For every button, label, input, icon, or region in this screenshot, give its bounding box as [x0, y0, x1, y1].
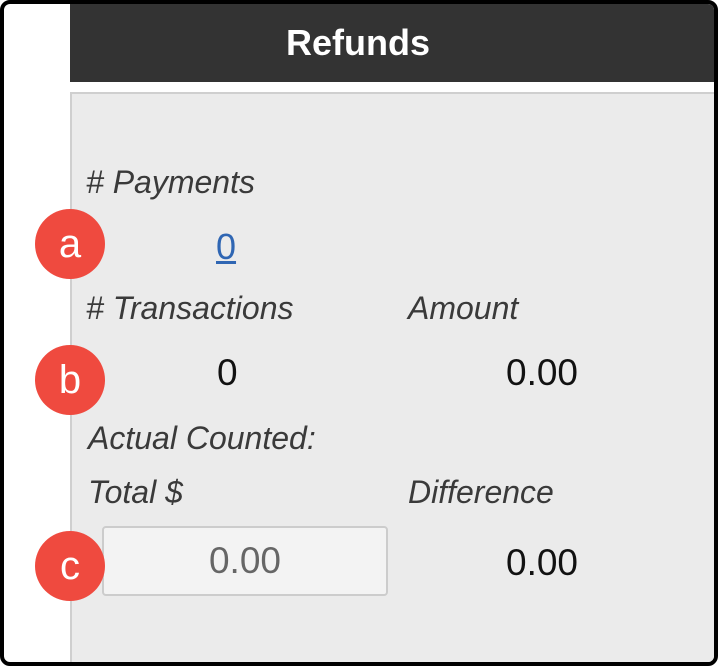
refunds-header: Refunds — [70, 4, 714, 82]
total-amount-input[interactable] — [102, 526, 388, 596]
total-label: Total $ — [88, 474, 183, 510]
payments-count-link[interactable]: 0 — [216, 226, 236, 268]
callout-badge-c: c — [35, 531, 105, 601]
difference-label: Difference — [408, 474, 554, 510]
amount-label: Amount — [408, 290, 519, 326]
refunds-title: Refunds — [286, 22, 430, 63]
callout-badge-a: a — [35, 209, 105, 279]
difference-value: 0.00 — [506, 542, 579, 583]
actual-counted-label: Actual Counted: — [88, 420, 316, 456]
transactions-count: 0 — [217, 352, 238, 393]
transactions-label: # Transactions — [86, 290, 294, 326]
payments-label: # Payments — [86, 164, 255, 200]
refunds-panel-screenshot: Refunds # Payments 0 # Transactions Amou… — [0, 0, 718, 666]
callout-badge-b: b — [35, 345, 105, 415]
amount-value: 0.00 — [506, 352, 579, 393]
